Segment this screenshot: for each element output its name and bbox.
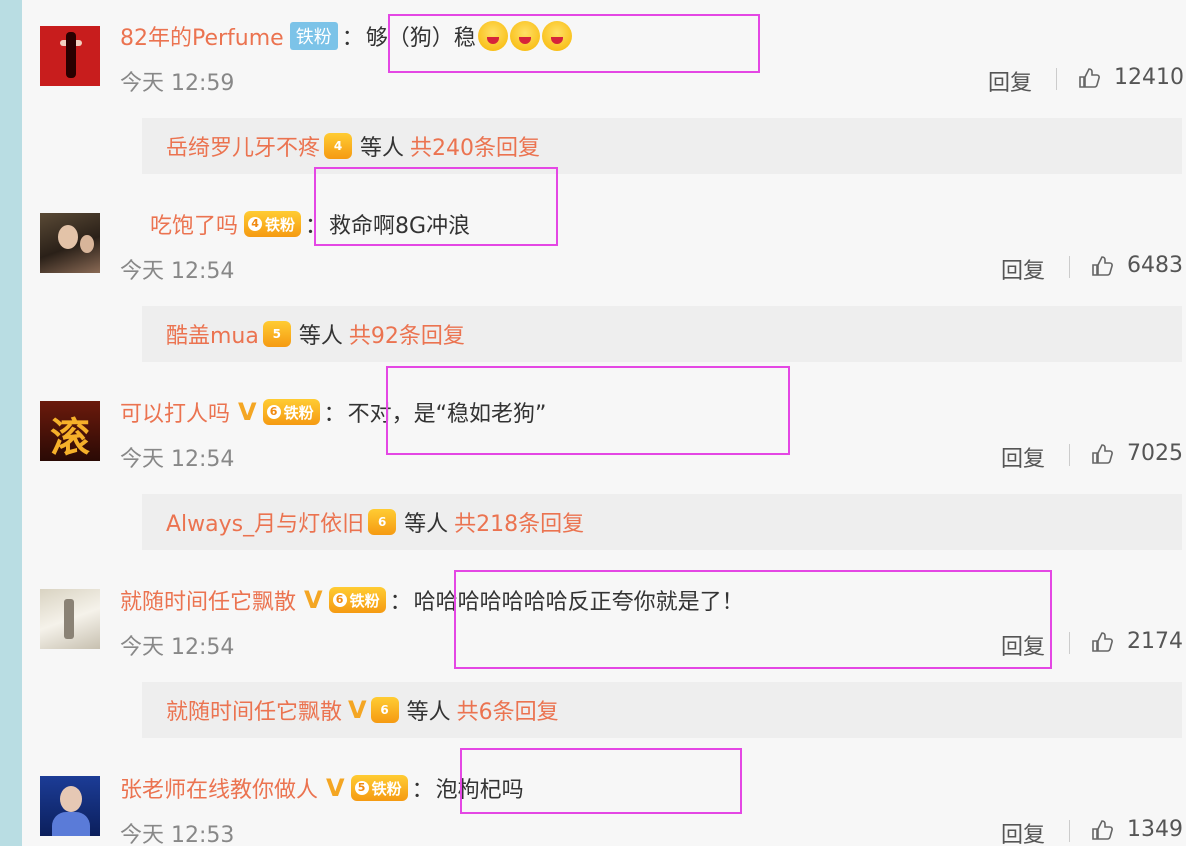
crown-icon: 6	[368, 509, 397, 535]
reply-deng-text: 等人	[404, 512, 449, 537]
avatar[interactable]	[40, 213, 100, 273]
crown-icon: 6 铁粉	[262, 399, 320, 425]
reply-count[interactable]: 共218条回复	[454, 506, 584, 538]
timestamp: 今天 12:53	[120, 823, 235, 848]
divider	[1056, 68, 1057, 90]
reply-button[interactable]: 回复	[988, 65, 1032, 97]
crown-icon: 4	[324, 133, 353, 159]
like-button[interactable]: 1349	[1091, 817, 1183, 842]
colon: ：	[341, 26, 364, 51]
crown-icon: 5	[262, 321, 291, 347]
tiefen-badge: 铁粉	[289, 22, 338, 50]
like-button[interactable]: 12410	[1078, 65, 1184, 90]
divider	[1069, 820, 1070, 842]
v-verified-icon: V	[348, 696, 367, 724]
reply-deng-text: 等人	[360, 136, 405, 161]
reply-summary-bar[interactable]: 岳绮罗儿牙不疼 4 等人 共240条回复	[142, 118, 1182, 174]
username[interactable]: 可以打人吗	[120, 396, 230, 428]
username[interactable]: 82年的Perfume	[120, 20, 284, 52]
thumb-up-icon	[1091, 443, 1113, 465]
reply-deng-text: 等人	[406, 700, 451, 725]
reply-username[interactable]: 就随时间任它飘散	[166, 694, 342, 726]
reply-count[interactable]: 共6条回复	[457, 694, 559, 726]
thumb-up-icon	[1078, 67, 1100, 89]
avatar[interactable]	[40, 26, 100, 86]
colon: ：	[411, 778, 434, 803]
v-verified-icon: V	[304, 586, 323, 614]
reply-count[interactable]: 共92条回复	[349, 318, 465, 350]
like-count: 6483	[1127, 253, 1183, 278]
highlight-box	[314, 167, 558, 246]
timestamp: 今天 12:59	[120, 71, 235, 96]
crown-icon: 6 铁粉	[328, 587, 386, 613]
like-button[interactable]: 2174	[1091, 629, 1183, 654]
like-count: 2174	[1127, 629, 1183, 654]
reply-summary-bar[interactable]: Always_月与灯依旧 6 等人 共218条回复	[142, 494, 1182, 550]
avatar[interactable]	[40, 776, 100, 836]
colon: ：	[389, 590, 412, 615]
highlight-box	[388, 14, 760, 73]
reply-button[interactable]: 回复	[1001, 441, 1045, 473]
crown-icon: 5 铁粉	[350, 775, 408, 801]
reply-username[interactable]: 酷盖mua	[166, 318, 259, 350]
reply-username[interactable]: Always_月与灯依旧	[166, 506, 364, 538]
like-button[interactable]: 7025	[1091, 441, 1183, 466]
divider	[1069, 632, 1070, 654]
reply-count[interactable]: 共240条回复	[410, 130, 540, 162]
divider	[1069, 444, 1070, 466]
colon: ：	[323, 402, 346, 427]
reply-summary-bar[interactable]: 就随时间任它飘散 V 6 等人 共6条回复	[142, 682, 1182, 738]
reply-username[interactable]: 岳绮罗儿牙不疼	[166, 130, 320, 162]
like-count: 7025	[1127, 441, 1183, 466]
avatar[interactable]: 滚	[40, 401, 100, 461]
v-verified-icon: V	[238, 398, 257, 426]
avatar[interactable]	[40, 589, 100, 649]
crown-icon: 6	[370, 697, 399, 723]
divider	[1069, 256, 1070, 278]
reply-summary-bar[interactable]: 酷盖mua 5 等人 共92条回复	[142, 306, 1182, 362]
thumb-up-icon	[1091, 631, 1113, 653]
reply-button[interactable]: 回复	[1001, 817, 1045, 849]
left-edge-strip	[0, 0, 22, 846]
crown-icon: 4 铁粉	[244, 211, 302, 237]
timestamp: 今天 12:54	[120, 259, 235, 284]
thumb-up-icon	[1091, 819, 1113, 841]
username[interactable]: 吃饱了吗	[150, 208, 238, 240]
like-count: 1349	[1127, 817, 1183, 842]
v-verified-icon: V	[326, 774, 345, 802]
reply-button[interactable]: 回复	[1001, 253, 1045, 285]
timestamp: 今天 12:54	[120, 447, 235, 472]
highlight-box	[460, 748, 742, 814]
highlight-box	[454, 570, 1052, 669]
like-button[interactable]: 6483	[1091, 253, 1183, 278]
username[interactable]: 张老师在线教你做人	[120, 772, 318, 804]
highlight-box	[386, 366, 790, 455]
timestamp: 今天 12:54	[120, 635, 235, 660]
thumb-up-icon	[1091, 255, 1113, 277]
username[interactable]: 就随时间任它飘散	[120, 584, 296, 616]
like-count: 12410	[1114, 65, 1184, 90]
reply-deng-text: 等人	[298, 324, 343, 349]
